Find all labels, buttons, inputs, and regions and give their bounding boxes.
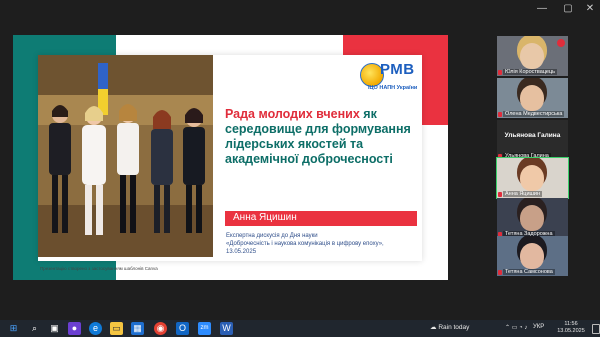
author-bar: Анна Яцишин — [225, 211, 417, 226]
slide-footer-note: Презентацію створено з застосуванням шаб… — [40, 266, 158, 271]
participant-face — [520, 243, 544, 269]
participant-tile-active-speaker[interactable]: Анна Яцишин — [496, 157, 569, 199]
participant-tile[interactable]: Ульянова Галина Ульянова Галина — [497, 120, 568, 160]
notifications-icon[interactable] — [592, 324, 600, 334]
slide-title-highlight: Рада молодих вчених — [225, 107, 360, 121]
weather-widget[interactable]: ☁ Rain today — [430, 323, 469, 331]
participant-tile[interactable]: Олена Медвестирська — [497, 78, 568, 118]
mic-muted-icon — [498, 270, 502, 275]
zoom-app-icon[interactable]: zm — [198, 322, 211, 335]
system-tray-icons[interactable]: ⌃ ▭ ◔ ♪ — [505, 324, 527, 331]
windows-taskbar: ⊞ ⌕ ▣ ● e ▭ ▦ ◉ O zm W ☁ Rain today ⌃ ▭ … — [0, 320, 600, 337]
participant-name: Олена Медвестирська — [503, 111, 565, 117]
logo-text: РМВ — [380, 61, 415, 78]
group-photo — [38, 55, 213, 257]
participant-tile[interactable]: Тетяна Самсонова — [497, 236, 568, 276]
participant-tile[interactable]: Юлія Короствацець — [497, 36, 568, 76]
participant-face — [520, 85, 544, 111]
event-info: Експертна дискусія до Дня науки «Доброче… — [226, 232, 418, 256]
minimize-button[interactable]: — — [532, 2, 552, 16]
clock-time: 11:56 — [564, 321, 578, 327]
participant-face — [520, 165, 544, 191]
event-date: 13.05.2025 — [226, 249, 257, 255]
presentation-slide: РМВ ІЦО НАПН України Рада молодих вчених… — [13, 35, 448, 280]
event-line-1: Експертна дискусія до Дня науки — [226, 233, 318, 239]
participant-face — [520, 205, 544, 231]
chrome-icon[interactable]: ◉ — [154, 322, 167, 335]
mic-muted-icon — [498, 70, 502, 75]
search-icon[interactable]: ⌕ — [28, 322, 41, 335]
mic-muted-icon — [498, 192, 502, 197]
weather-text: Rain today — [438, 324, 470, 331]
start-windows-icon[interactable]: ⊞ — [7, 322, 20, 335]
participant-name: Тетяна Самсонова — [503, 269, 555, 275]
word-icon[interactable]: W — [220, 322, 233, 335]
slide-card: РМВ ІЦО НАПН України Рада молодих вчених… — [38, 55, 422, 261]
mic-muted-icon — [498, 112, 502, 117]
rmv-logo: РМВ ІЦО НАПН України — [360, 61, 418, 99]
language-indicator[interactable]: УКР — [533, 324, 544, 330]
shared-screen: РМВ ІЦО НАПН України Рада молодих вчених… — [0, 18, 490, 320]
slide-title: Рада молодих вчених як середовище для фо… — [225, 107, 415, 167]
clock-date: 13.05.2025 — [557, 328, 585, 334]
teams-chat-icon[interactable]: ● — [68, 322, 81, 335]
event-line-2: «Доброчесність і наукова комунікація в ц… — [226, 241, 384, 247]
maximize-button[interactable]: ▢ — [558, 2, 578, 16]
store-icon[interactable]: ▦ — [131, 322, 144, 335]
participant-name: Юлія Короствацець — [503, 69, 557, 75]
outlook-icon[interactable]: O — [176, 322, 189, 335]
channel-badge-icon — [557, 39, 565, 47]
participant-tile[interactable]: Тетяна Задорожна — [497, 198, 568, 238]
taskbar-clock[interactable]: 11:56 13.05.2025 — [551, 321, 591, 335]
participant-big-name: Ульянова Галина — [504, 132, 561, 139]
participant-face — [520, 43, 544, 69]
logo-subtitle: ІЦО НАПН України — [368, 85, 418, 91]
file-explorer-icon[interactable]: ▭ — [110, 322, 123, 335]
edge-browser-icon[interactable]: e — [89, 322, 102, 335]
author-name: Анна Яцишин — [233, 212, 297, 223]
window-titlebar: — ▢ ✕ — [0, 0, 600, 18]
close-button[interactable]: ✕ — [580, 2, 600, 16]
task-view-icon[interactable]: ▣ — [48, 322, 61, 335]
participant-name: Анна Яцишин — [503, 191, 543, 197]
